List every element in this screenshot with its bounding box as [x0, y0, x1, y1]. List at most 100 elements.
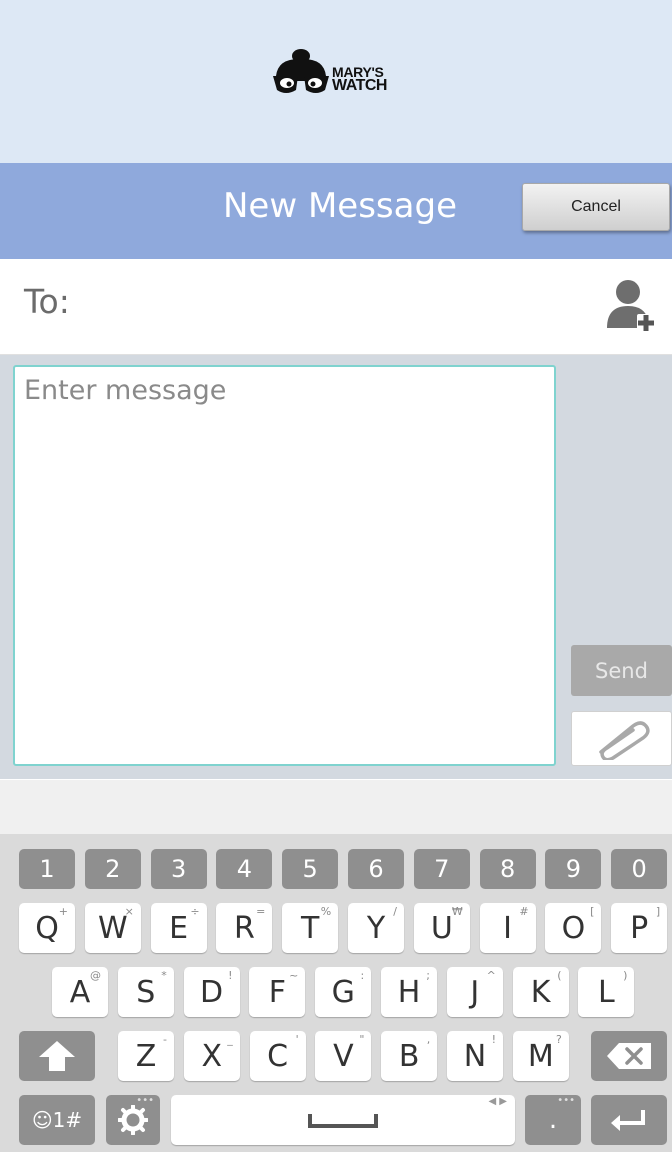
key-t[interactable]: T% [282, 903, 339, 953]
key-d[interactable]: D! [183, 967, 240, 1017]
key-c-alt-symbol: ' [295, 1033, 299, 1046]
number-key-6[interactable]: 6 [348, 849, 404, 889]
key-n-label: N [463, 1038, 487, 1074]
key-n[interactable]: N! [447, 1031, 503, 1081]
number-key-0[interactable]: 0 [611, 849, 668, 889]
key-e-alt-symbol: ÷ [190, 905, 200, 918]
key-c[interactable]: C ' [249, 1031, 306, 1081]
key-z-alt-symbol: - [163, 1033, 167, 1046]
key-d-label: D [200, 974, 224, 1010]
logo-glasses-face-icon [273, 49, 329, 93]
key-h-alt-symbol: ; [426, 969, 430, 982]
key-f-label: F [268, 974, 287, 1010]
backspace-icon [607, 1043, 651, 1069]
period-key-dots: ••• [557, 1095, 575, 1106]
key-w[interactable]: W × [84, 903, 141, 953]
number-key-3-label: 3 [170, 855, 187, 883]
number-key-3[interactable]: 3 [150, 849, 207, 889]
key-u-label: U [430, 910, 453, 946]
number-key-0-label: 0 [631, 855, 647, 883]
number-key-8-label: 8 [499, 855, 516, 883]
key-v-label: V [333, 1038, 354, 1074]
space-key[interactable]: ◀ ▶ [171, 1095, 515, 1145]
number-key-2[interactable]: 2 [84, 849, 141, 889]
enter-icon [611, 1110, 645, 1131]
key-g-alt-symbol: : [360, 969, 365, 982]
number-key-7[interactable]: 7 [413, 849, 470, 889]
key-s[interactable]: S * [117, 967, 174, 1017]
marys-watch-logo: MARY'S WATCH [270, 46, 400, 98]
attach-button[interactable] [571, 711, 672, 766]
number-key-8[interactable]: 8 [479, 849, 536, 889]
number-key-9[interactable]: 9 [545, 849, 602, 889]
message-placeholder: Enter message [24, 375, 227, 406]
key-f-alt-symbol: ~ [289, 969, 299, 982]
key-e[interactable]: E ÷ [150, 903, 207, 953]
key-p[interactable]: P] [611, 903, 668, 953]
number-key-4[interactable]: 4 [216, 849, 273, 889]
key-l-alt-symbol: ) [623, 969, 628, 982]
key-g-label: G [331, 974, 355, 1010]
key-m[interactable]: M? [512, 1031, 569, 1081]
key-u[interactable]: U ₩ [413, 903, 470, 953]
key-u-alt-symbol: ₩ [451, 905, 463, 918]
key-g[interactable]: G: [315, 967, 372, 1017]
key-r[interactable]: R = [216, 903, 273, 953]
key-a[interactable]: A @ [52, 967, 108, 1017]
key-i[interactable]: I # [479, 903, 536, 953]
number-key-1-label: 1 [39, 855, 55, 883]
key-r-label: R [233, 910, 255, 946]
key-y-label: Y [366, 910, 386, 946]
key-j[interactable]: J ^ [446, 967, 503, 1017]
number-key-6-label: 6 [368, 855, 384, 883]
key-x-label: X [201, 1038, 223, 1074]
key-w-alt-symbol: × [124, 905, 134, 918]
key-a-label: A [69, 974, 91, 1010]
key-b[interactable]: B, [381, 1031, 438, 1081]
recipient-row[interactable] [0, 259, 672, 355]
cancel-button[interactable]: Cancel [522, 183, 670, 231]
logo-text: MARY'S WATCH [332, 65, 387, 94]
key-p-alt-symbol: ] [655, 905, 661, 918]
period-key[interactable]: ••• . [525, 1095, 581, 1145]
key-y-alt-symbol: / [393, 905, 397, 918]
paperclip-icon [598, 720, 650, 760]
to-label: To: [24, 282, 70, 321]
number-key-1[interactable]: 1 [19, 849, 75, 889]
key-e-label: E [169, 910, 189, 946]
key-x-alt-symbol: _ [227, 1033, 233, 1046]
key-h[interactable]: H; [381, 967, 437, 1017]
add-contact-icon[interactable] [604, 276, 656, 334]
shift-key[interactable] [19, 1031, 95, 1081]
key-k-alt-symbol: ( [557, 969, 562, 982]
enter-key[interactable] [591, 1095, 667, 1145]
key-y[interactable]: Y / [348, 903, 404, 953]
send-button[interactable]: Send [571, 645, 672, 696]
symbols-key[interactable]: ☺1# [19, 1095, 95, 1145]
settings-key-dots: ••• [136, 1095, 154, 1106]
number-key-7-label: 7 [434, 855, 450, 883]
key-z[interactable]: Z- [118, 1031, 174, 1081]
key-k[interactable]: K( [512, 967, 569, 1017]
key-k-label: K [530, 974, 551, 1010]
period-label: . [548, 1105, 558, 1135]
key-f[interactable]: F ~ [249, 967, 306, 1017]
key-v[interactable]: V " [315, 1031, 372, 1081]
shift-arrow-icon [39, 1041, 75, 1071]
message-input[interactable]: Enter message [13, 365, 556, 766]
gear-icon [118, 1105, 148, 1135]
settings-key[interactable]: ••• [106, 1095, 160, 1145]
key-b-alt-symbol: , [426, 1033, 431, 1046]
key-h-label: H [397, 974, 421, 1010]
space-bar-icon [308, 1114, 378, 1128]
key-r-alt-symbol: = [256, 905, 266, 918]
key-o[interactable]: O[ [545, 903, 602, 953]
key-x[interactable]: X _ [183, 1031, 240, 1081]
logo-line2: WATCH [332, 77, 387, 94]
key-q[interactable]: Q + [19, 903, 75, 953]
key-l[interactable]: L) [578, 967, 635, 1017]
backspace-key[interactable] [591, 1031, 667, 1081]
key-j-alt-symbol: ^ [486, 969, 496, 982]
number-key-5[interactable]: 5 [282, 849, 339, 889]
key-c-label: C [267, 1038, 289, 1074]
